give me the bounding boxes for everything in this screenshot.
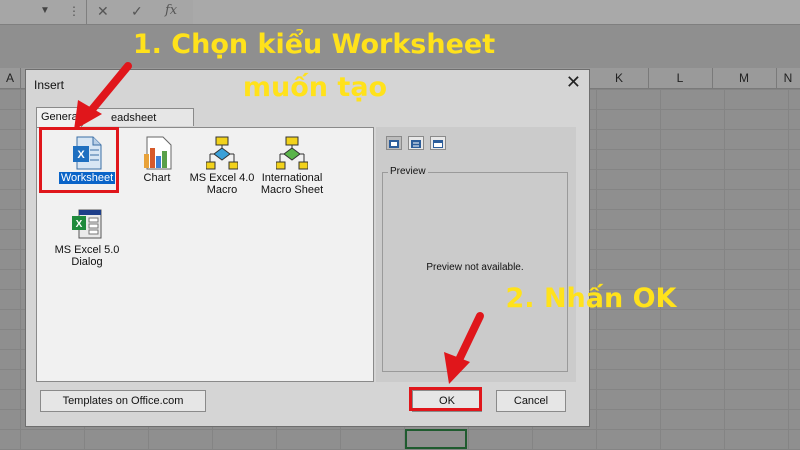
annotation-arrows (74, 62, 484, 384)
arrow-to-ok (454, 312, 484, 366)
step2-annotation: 2. Nhấn OK (505, 283, 677, 314)
step1-annotation-line1: 1. Chọn kiểu Worksheet (132, 29, 496, 60)
step1-annotation-line2: muốn tạo (242, 72, 388, 103)
arrow-to-worksheet (86, 62, 132, 116)
